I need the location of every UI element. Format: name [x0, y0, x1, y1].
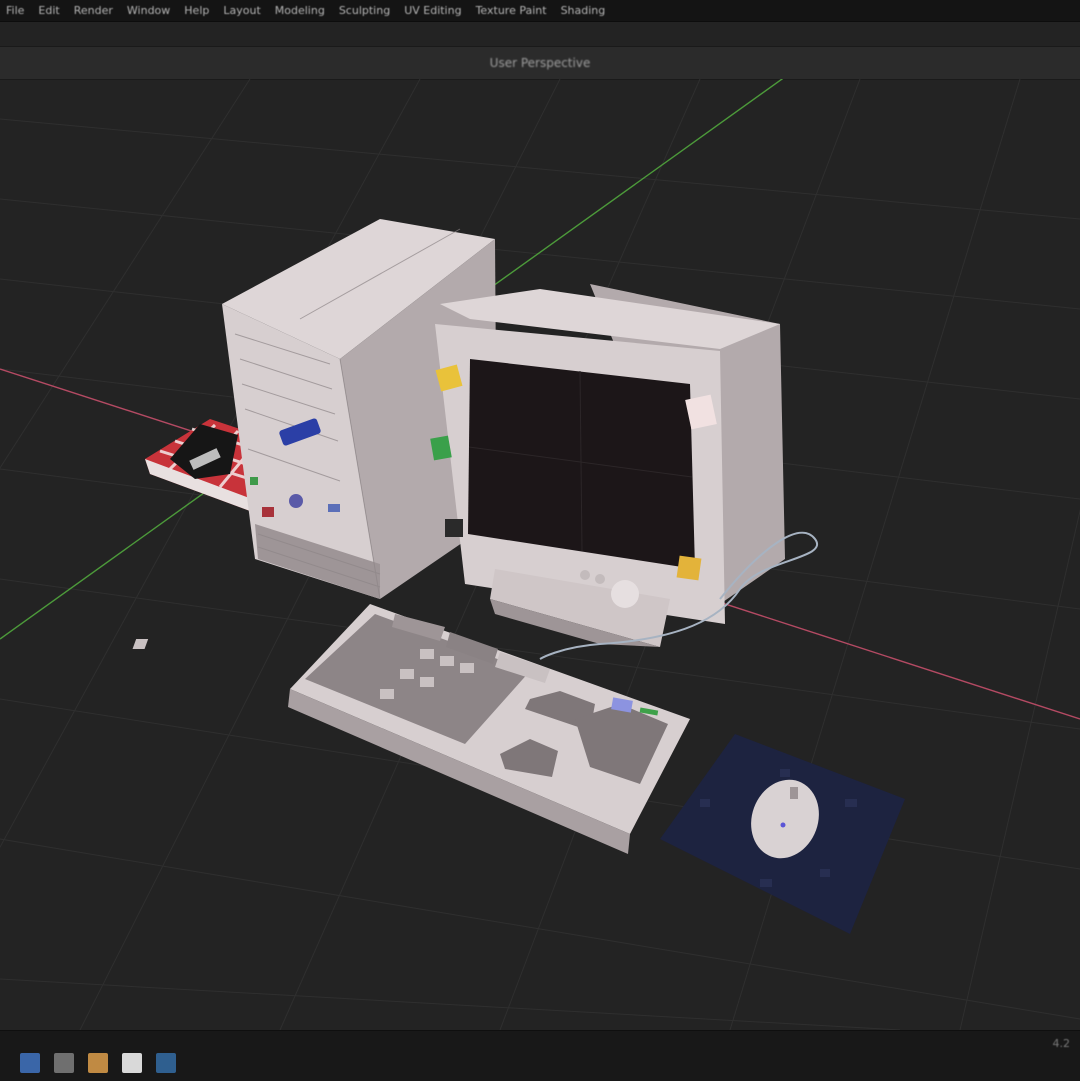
monitor-knob[interactable] [611, 580, 639, 608]
scene-canvas[interactable] [0, 79, 1080, 1030]
menu-item-2[interactable]: Render [74, 0, 113, 22]
menu-item-3[interactable]: Window [127, 0, 170, 22]
menu-item-9[interactable]: Texture Paint [476, 0, 547, 22]
app-icon-3[interactable] [88, 1053, 108, 1073]
crt-monitor[interactable] [430, 284, 785, 647]
sticker-green [430, 435, 452, 461]
menu-item-4[interactable]: Help [184, 0, 209, 22]
taskbar: 4.2 [0, 1030, 1080, 1081]
version-text: 4.2 [1052, 1037, 1071, 1050]
menu-item-5[interactable]: Layout [223, 0, 260, 22]
menu-item-0[interactable]: File [6, 0, 24, 22]
taskbar-icons [20, 1053, 176, 1073]
menu-item-6[interactable]: Modeling [275, 0, 325, 22]
sticker-camera [445, 519, 463, 537]
menu-bar: File Edit Render Window Help Layout Modeling Sc… [0, 0, 1080, 22]
menu-item-10[interactable]: Shading [561, 0, 606, 22]
mouse-pad[interactable] [660, 734, 905, 934]
power-button[interactable] [289, 494, 303, 508]
3d-viewport[interactable] [0, 79, 1080, 1030]
viewport-title: User Perspective [489, 56, 591, 70]
menu-item-8[interactable]: UV Editing [404, 0, 461, 22]
menu-item-1[interactable]: Edit [38, 0, 59, 22]
app-icon-5[interactable] [156, 1053, 176, 1073]
app-icon-1[interactable] [20, 1053, 40, 1073]
sticker-cat [676, 555, 702, 581]
viewport-header: User Perspective [0, 46, 1080, 80]
menu-item-7[interactable]: Sculpting [339, 0, 390, 22]
app-icon-4[interactable] [122, 1053, 142, 1073]
app-icon-2[interactable] [54, 1053, 74, 1073]
